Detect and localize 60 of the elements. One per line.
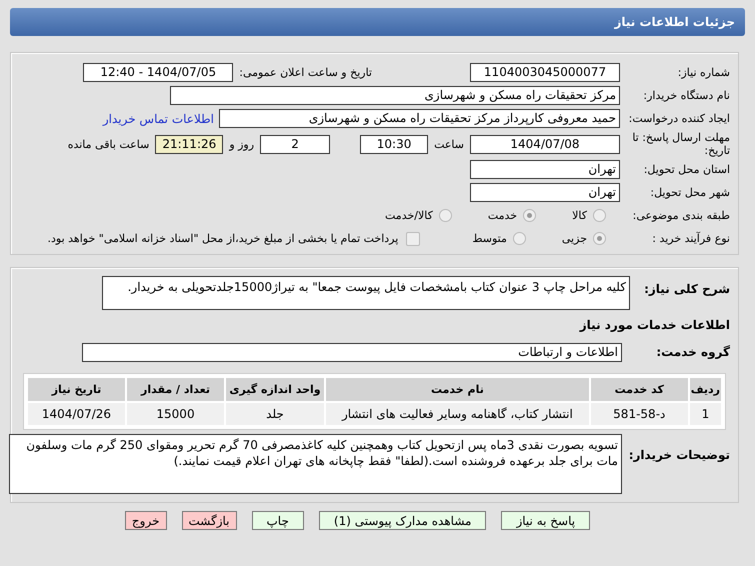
column-header: کد خدمت	[590, 378, 688, 401]
field-label: تاریخ و ساعت اعلان عمومی:	[239, 66, 373, 79]
action-button[interactable]: پاسخ به نیاز	[501, 511, 590, 530]
option-label: متوسط	[472, 232, 507, 245]
option-label: کالا/خدمت	[385, 209, 433, 222]
creator-field: حمید معروفی کارپرداز مرکز تحقیقات راه مسکن و شهرسازی	[219, 109, 620, 128]
option-label: جزیی	[562, 232, 587, 245]
column-header: تاریخ نیاز	[28, 378, 125, 401]
city-field: تهران	[470, 183, 620, 202]
buyer-field: مرکز تحقیقات راه مسکن و شهرسازی	[170, 86, 620, 105]
field-label: شماره نیاز:	[676, 66, 731, 79]
table-cell: 15000	[127, 403, 224, 425]
announce-date-field: 1404/07/05 - 12:40	[83, 63, 234, 82]
option-label: کالا	[572, 209, 587, 222]
contact-link[interactable]: اطلاعات تماس خریدار	[102, 112, 214, 126]
field-label: نوع فرآیند خرید :	[651, 232, 731, 245]
deadline-date-field: 1404/07/08	[470, 134, 620, 154]
action-button[interactable]: خروج	[124, 511, 166, 530]
action-button[interactable]: بازگشت	[182, 511, 236, 530]
field-label: استان محل تحویل:	[642, 163, 731, 176]
field-label: شهر محل تحویل:	[649, 186, 731, 199]
radio-button[interactable]	[512, 232, 526, 245]
need-number-field: 1104003045000077	[470, 63, 620, 82]
field-label: مهلت ارسال پاسخ: تا تاریخ:	[631, 131, 731, 157]
checkbox[interactable]	[406, 232, 420, 246]
table-cell: د-58-581	[590, 403, 688, 425]
deadline-time-field: 10:30	[360, 134, 428, 154]
table-cell: جلد	[226, 403, 324, 425]
radio-button[interactable]	[593, 232, 606, 245]
table-cell: انتشار کتاب، گاهنامه وسایر فعالیت های انتشار	[326, 403, 589, 425]
field-label: نام دستگاه خریدار:	[642, 89, 731, 102]
column-header: ردیف	[690, 378, 721, 401]
field-label: شرح کلی نیاز:	[643, 281, 731, 296]
column-header: نام خدمت	[326, 378, 589, 401]
field-label: روز و	[228, 138, 256, 150]
description-field: کلیه مراحل چاپ 3 عنوان کتاب بامشخصات فایل پیوست جمعا" به تیراژ15000جلدتحویلی به خریدار.	[102, 276, 630, 310]
field-label: گروه خدمت:	[655, 345, 731, 359]
field-label: طبقه بندی موضوعی:	[632, 209, 731, 222]
table-cell: 1	[690, 403, 721, 425]
field-label: توضیحات خریدار:	[628, 447, 731, 463]
buyer-notes-field: تسویه بصورت نقدی 3ماه پس ازتحویل کتاب وهمچنین کلیه کاغذمصرفی 70 گرم تحریر ومقوای 250 گرم مات وسلفون مات برای جلد برعهده فروشنده است.(لطفا" فقط چاپخانه های تهران اعلام قیمت نمایند.)	[9, 434, 622, 494]
page-title: جزئیات اطلاعات نیاز	[614, 15, 735, 29]
field-label: ساعت باقی مانده	[66, 138, 150, 150]
days-field: 2	[260, 134, 330, 154]
remaining-time-field: 21:11:26	[155, 134, 224, 154]
radio-button[interactable]	[438, 209, 452, 222]
province-field: تهران	[470, 160, 620, 179]
radio-button[interactable]	[523, 209, 536, 222]
radio-button[interactable]	[593, 209, 606, 222]
checkbox-label: پرداخت تمام یا بخشی از مبلغ خرید،از محل "اسناد خزانه اسلامی" خواهد بود.	[48, 232, 398, 245]
column-header: تعداد / مقدار	[127, 378, 224, 401]
table-cell: 1404/07/26	[28, 403, 125, 425]
column-header: واحد اندازه گیری	[226, 378, 324, 401]
action-button[interactable]: چاپ	[252, 511, 304, 530]
field-label: ایجاد کننده درخواست:	[628, 112, 731, 125]
section-title: اطلاعات خدمات مورد نیاز	[580, 318, 731, 332]
field-label: ساعت	[433, 138, 465, 150]
action-button[interactable]: مشاهده مدارک پیوستی (1)	[318, 511, 486, 530]
service-group-field: اطلاعات و ارتباطات	[82, 342, 622, 362]
option-label: خدمت	[488, 209, 518, 222]
